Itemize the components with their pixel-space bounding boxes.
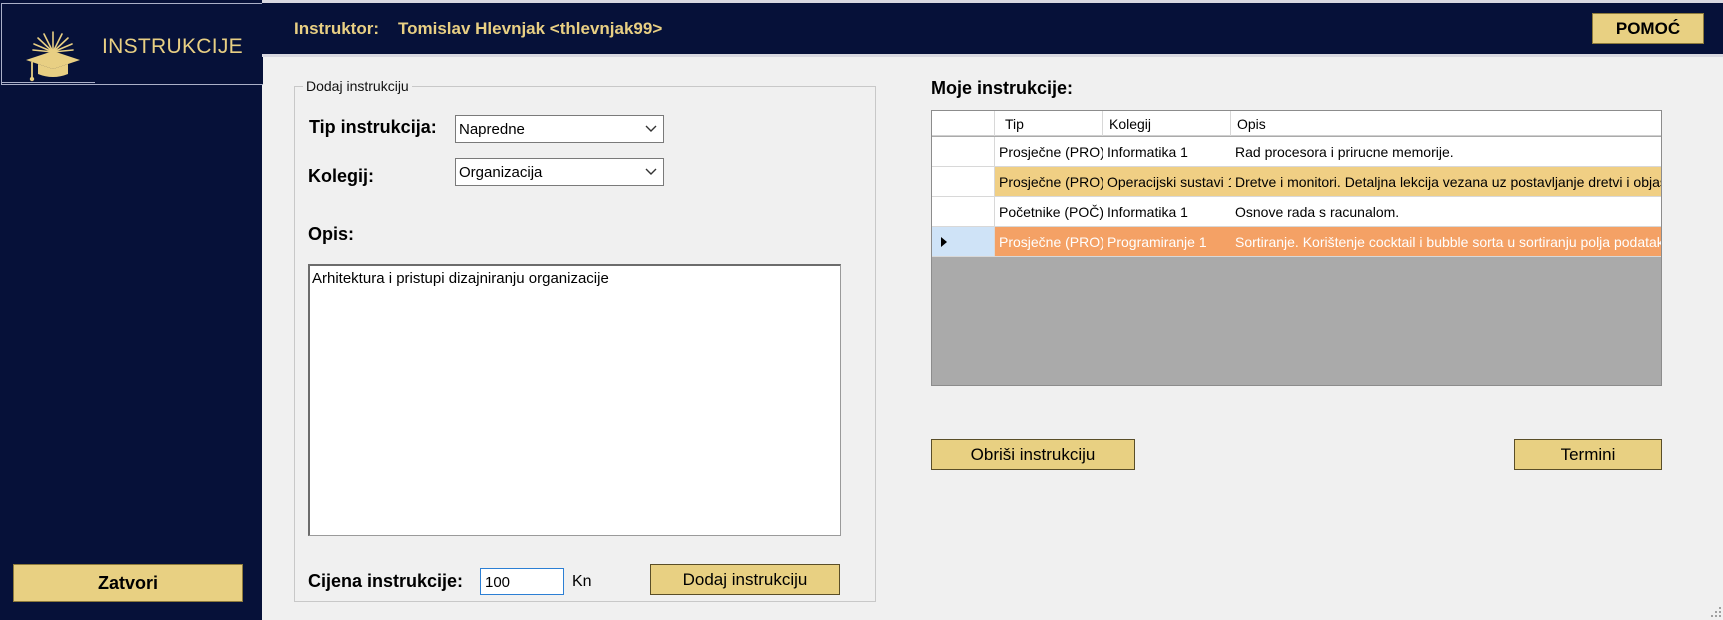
grid-header: Tip Kolegij Opis [932,111,1661,136]
chevron-down-icon [645,168,657,175]
cell-opis[interactable]: Dretve i monitori. Detaljna lekcija veza… [1231,167,1661,197]
group-title: Dodaj instrukciju [303,78,412,94]
sidebar: INSTRUKCIJE Zatvori [0,0,263,620]
column-header-tip[interactable]: Tip [995,111,1103,136]
horizontal-scrollbar[interactable] [932,385,1662,386]
cell-opis[interactable]: Rad procesora i prirucne memorije. [1231,137,1661,167]
course-dropdown[interactable]: Organizacija [455,158,664,186]
cell-tip[interactable]: Početnike (POČ) [995,197,1103,227]
resize-grip-icon[interactable] [1710,606,1722,618]
row-pointer-icon [941,237,947,247]
chevron-down-icon [645,125,657,132]
delete-instruction-button[interactable]: Obriši instrukciju [931,439,1135,470]
cell-kolegij[interactable]: Programiranje 1 [1103,227,1231,257]
cell-kolegij[interactable]: Operacijski sustavi 1 [1103,167,1231,197]
course-dropdown-value: Organizacija [459,163,543,181]
cell-opis[interactable]: Sortiranje. Korištenje cocktail i bubble… [1231,227,1661,257]
close-button[interactable]: Zatvori [13,564,243,602]
logo-panel: INSTRUKCIJE [1,3,263,85]
app-title: INSTRUKCIJE [102,35,243,58]
logo-divider [2,82,95,83]
description-textarea[interactable]: Arhitektura i pristupi dizajniranju orga… [308,264,841,536]
cell-tip[interactable]: Prosječne (PRO) [995,137,1103,167]
price-label: Cijena instrukcije: [308,571,464,591]
add-instruction-button[interactable]: Dodaj instrukciju [650,564,840,595]
row-header[interactable] [932,137,995,167]
table-row[interactable]: Prosječne (PRO) Operacijski sustavi 1 Dret… [932,167,1661,197]
row-header[interactable] [932,167,995,197]
description-label: Opis: [308,224,355,244]
row-header[interactable] [932,197,995,227]
column-header-opis[interactable]: Opis [1231,111,1661,136]
cell-tip[interactable]: Prosječne (PRO) [995,167,1103,197]
graduation-cap-logo-icon [26,31,80,82]
table-row[interactable]: Prosječne (PRO) Programiranje 1 Sortiranje… [932,227,1661,257]
cell-tip[interactable]: Prosječne (PRO) [995,227,1103,257]
cell-kolegij[interactable]: Informatika 1 [1103,197,1231,227]
course-label: Kolegij: [308,166,374,186]
schedule-button[interactable]: Termini [1514,439,1662,470]
instructor-label: Instruktor: [294,19,379,38]
header-bar: Instruktor: Tomislav Hlevnjak <thlevnjak… [262,0,1723,57]
table-row[interactable]: Prosječne (PRO) Informatika 1 Rad procesor… [932,137,1661,167]
currency-label: Kn [572,573,592,590]
type-dropdown-value: Napredne [459,120,525,138]
cell-opis[interactable]: Osnove rada s racunalom. [1231,197,1661,227]
table-row[interactable]: Početnike (POČ) Informatika 1 Osnove rada … [932,197,1661,227]
type-dropdown[interactable]: Napredne [455,115,664,143]
instructor-name: Tomislav Hlevnjak <thlevnjak99> [398,19,663,38]
row-header[interactable] [932,227,995,257]
cell-kolegij[interactable]: Informatika 1 [1103,137,1231,167]
price-input[interactable]: 100 [480,568,564,595]
help-button[interactable]: POMOĆ [1592,13,1704,44]
column-header-kolegij[interactable]: Kolegij [1103,111,1231,136]
instructions-grid[interactable]: Tip Kolegij Opis Prosječne (PRO) Informat… [931,110,1662,386]
type-label: Tip instrukcija: [309,117,437,137]
my-instructions-title: Moje instrukcije: [931,78,1074,98]
row-header-corner [932,111,995,136]
